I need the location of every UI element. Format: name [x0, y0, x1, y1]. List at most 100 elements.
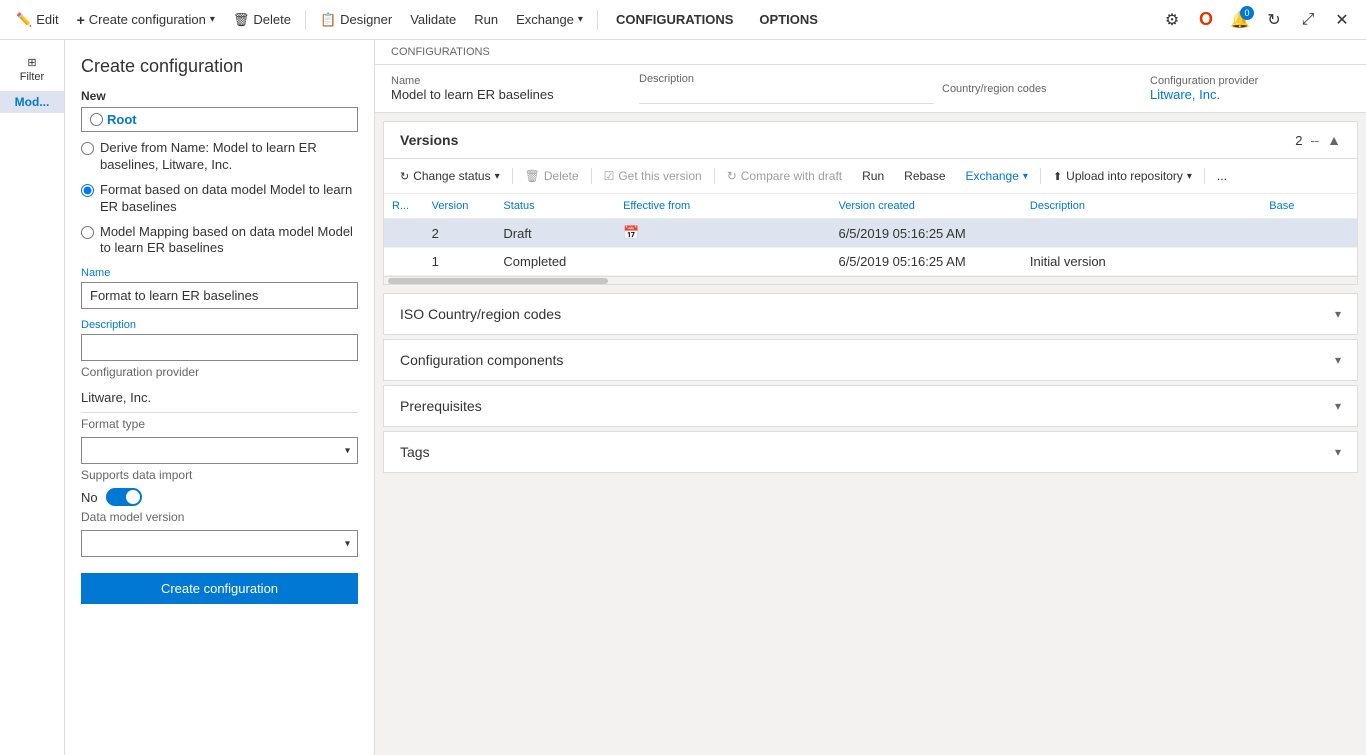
format-option[interactable]: Format based on data model Model to lear… — [81, 182, 358, 216]
sidebar-active-item[interactable]: Mod... — [0, 91, 64, 113]
format-type-label: Format type — [81, 417, 358, 431]
collapsible-header-1[interactable]: Configuration components ▾ — [384, 340, 1357, 380]
nav-separator-1 — [305, 10, 306, 30]
derive-option[interactable]: Derive from Name: Model to learn ER base… — [81, 140, 358, 174]
name-input[interactable] — [81, 282, 358, 309]
refresh-icon-btn[interactable]: ↻ — [1258, 4, 1290, 36]
collapsible-title-2: Prerequisites — [400, 398, 482, 414]
row-base-cell — [1261, 219, 1357, 248]
exchange-chevron-icon: ▾ — [578, 14, 583, 25]
fullscreen-icon-btn[interactable]: ⤢ — [1292, 4, 1324, 36]
versions-title: Versions — [400, 132, 458, 148]
col-header-base: Base — [1261, 194, 1357, 219]
format-type-select[interactable] — [81, 437, 358, 464]
versions-dash: -- — [1310, 133, 1319, 148]
row-base-cell — [1261, 248, 1357, 276]
create-configuration-submit-button[interactable]: Create configuration — [81, 573, 358, 604]
root-label[interactable]: Root — [107, 112, 137, 127]
description-input[interactable] — [81, 334, 358, 361]
mapping-radio[interactable] — [81, 226, 94, 239]
versions-collapse-icon[interactable]: ▲ — [1327, 132, 1341, 148]
col-header-effective-from: Effective from — [615, 194, 830, 219]
root-radio[interactable] — [90, 113, 103, 126]
row-effective-cell — [615, 248, 830, 276]
rebase-button[interactable]: Rebase — [896, 165, 953, 187]
top-nav: ✏️ Edit + Create configuration ▾ 🗑 Delet… — [0, 0, 1366, 40]
designer-button[interactable]: 📋 Designer — [312, 8, 400, 32]
config-provider-value: Litware, Inc. — [81, 385, 358, 410]
create-configuration-button[interactable]: + Create configuration ▾ — [69, 8, 223, 32]
table-row[interactable]: 2 Draft 📅 6/5/2019 05:16:25 AM — [384, 219, 1357, 248]
calendar-icon[interactable]: 📅 — [623, 225, 639, 240]
versions-section: Versions 2 -- ▲ ↻ Change status ▾ 🗑 — [383, 121, 1358, 285]
row-desc-cell: Initial version — [1022, 248, 1261, 276]
collapsible-header-3[interactable]: Tags ▾ — [384, 432, 1357, 472]
filter-button[interactable]: ⊞ Filter — [12, 48, 52, 91]
mapping-label[interactable]: Model Mapping based on data model Model … — [100, 224, 358, 258]
format-radio[interactable] — [81, 184, 94, 197]
filter-icon: ⊞ — [27, 56, 36, 69]
more-options-button[interactable]: ... — [1209, 165, 1235, 187]
upload-into-repository-button[interactable]: ⬆ Upload into repository ▾ — [1045, 165, 1200, 187]
toolbar-sep-1 — [512, 168, 513, 184]
collapsible-title-0: ISO Country/region codes — [400, 306, 561, 322]
main-layout: ⊞ Filter Mod... Create configuration New… — [0, 40, 1366, 755]
data-model-version-wrap: ▾ — [81, 530, 358, 557]
toolbar-sep-3 — [714, 168, 715, 184]
versions-table-head: R... Version Status Effective from Versi — [384, 194, 1357, 219]
toolbar-sep-5 — [1204, 168, 1205, 184]
exchange-button[interactable]: Exchange ▾ — [508, 8, 591, 31]
plus-icon: + — [77, 12, 85, 28]
toolbar-delete-button[interactable]: 🗑 Delete — [517, 165, 587, 187]
configurations-tab[interactable]: CONFIGURATIONS — [604, 0, 745, 40]
row-desc-cell — [1022, 219, 1261, 248]
versions-header[interactable]: Versions 2 -- ▲ — [384, 122, 1357, 159]
derive-radio[interactable] — [81, 142, 94, 155]
compare-with-draft-button[interactable]: ↻ Compare with draft — [719, 165, 850, 187]
change-status-button[interactable]: ↻ Change status ▾ — [392, 165, 508, 187]
table-row[interactable]: 1 Completed 6/5/2019 05:16:25 AM Initial… — [384, 248, 1357, 276]
settings-icon-btn[interactable]: ⚙ — [1156, 4, 1188, 36]
edit-icon: ✏️ — [16, 12, 32, 28]
row-created-cell: 6/5/2019 05:16:25 AM — [830, 248, 1021, 276]
col-header-description: Description — [1022, 194, 1261, 219]
nav-separator-2 — [597, 10, 598, 30]
col-header-status: Status — [495, 194, 615, 219]
run-button[interactable]: Run — [466, 8, 506, 31]
get-version-icon: ☑ — [604, 169, 615, 183]
new-label: New — [81, 89, 358, 103]
edit-button[interactable]: ✏️ Edit — [8, 8, 67, 32]
create-panel-title: Create configuration — [81, 56, 358, 77]
row-r-cell — [384, 248, 424, 276]
row-r-cell — [384, 219, 424, 248]
model-mapping-option[interactable]: Model Mapping based on data model Model … — [81, 224, 358, 258]
format-label[interactable]: Format based on data model Model to lear… — [100, 182, 358, 216]
collapsible-section: Prerequisites ▾ — [383, 385, 1358, 427]
derive-label[interactable]: Derive from Name: Model to learn ER base… — [100, 140, 358, 174]
toggle-no-label: No — [81, 490, 98, 505]
delete-button[interactable]: 🗑 Delete — [225, 8, 299, 32]
horizontal-scrollbar[interactable] — [384, 276, 1357, 284]
validate-button[interactable]: Validate — [402, 8, 464, 31]
versions-table-header-row: R... Version Status Effective from Versi — [384, 194, 1357, 219]
options-tab[interactable]: OPTIONS — [747, 0, 830, 40]
supports-import-toggle[interactable] — [106, 488, 142, 506]
collapsible-header-2[interactable]: Prerequisites ▾ — [384, 386, 1357, 426]
data-model-version-label: Data model version — [81, 510, 358, 524]
chevron-down-icon: ▾ — [1335, 445, 1341, 459]
toolbar-exchange-button[interactable]: Exchange ▾ — [958, 165, 1036, 187]
data-model-version-select[interactable] — [81, 530, 358, 557]
office-icon-btn[interactable]: O — [1190, 4, 1222, 36]
get-this-version-button[interactable]: ☑ Get this version — [596, 165, 710, 187]
notifications-icon-btn[interactable]: 🔔 0 — [1224, 4, 1256, 36]
row-effective-cell: 📅 — [615, 219, 830, 248]
col-header-r: R... — [384, 194, 424, 219]
toolbar-sep-4 — [1040, 168, 1041, 184]
h-scroll-thumb[interactable] — [388, 278, 608, 284]
root-option[interactable]: Root — [81, 107, 358, 132]
config-header: Name Model to learn ER baselines Descrip… — [375, 65, 1366, 113]
toolbar-run-button[interactable]: Run — [854, 165, 892, 187]
description-field-label: Description — [81, 319, 358, 331]
collapsible-header-0[interactable]: ISO Country/region codes ▾ — [384, 294, 1357, 334]
close-icon-btn[interactable]: ✕ — [1326, 4, 1358, 36]
